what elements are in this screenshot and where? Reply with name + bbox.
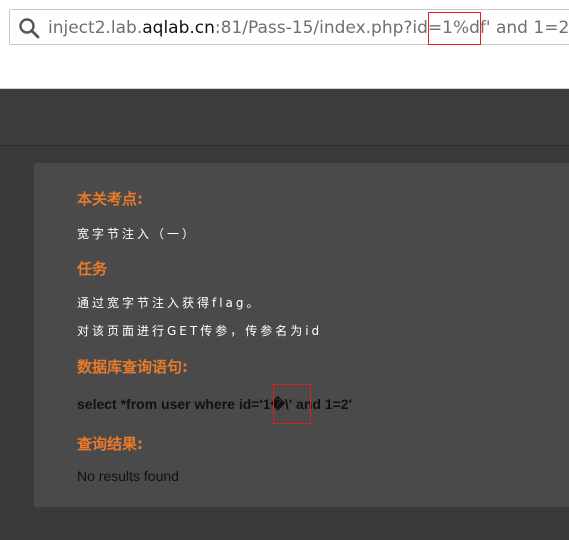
query-result-text: No results found (77, 468, 179, 484)
browser-toolbar: inject2.lab.aqlab.cn:81/Pass-15/index.ph… (0, 0, 569, 89)
section-title-query: 数据库查询语句: (77, 358, 188, 376)
section-title-result: 查询结果: (77, 435, 143, 453)
url-host: aqlab.cn (142, 18, 215, 38)
url-suffix: :81/Pass-15/index.php?id=1%df' and 1=2 (214, 18, 569, 38)
url-prefix: inject2.lab. (48, 18, 143, 38)
url-annotation-box (428, 12, 481, 45)
page-header-band (0, 89, 569, 146)
search-icon (19, 18, 40, 39)
section-title-task: 任务 (77, 260, 108, 278)
task-line-1: 通过宽字节注入获得flag。 (77, 296, 262, 310)
address-bar-url[interactable]: inject2.lab.aqlab.cn:81/Pass-15/index.ph… (48, 17, 569, 39)
section-title-test-point: 本关考点: (77, 190, 143, 208)
task-line-2: 对该页面进行GET传参，传参名为id (77, 324, 323, 338)
address-bar[interactable]: inject2.lab.aqlab.cn:81/Pass-15/index.ph… (9, 9, 569, 45)
test-point-text: 宽字节注入（一） (77, 227, 198, 241)
query-annotation-box (273, 384, 311, 424)
